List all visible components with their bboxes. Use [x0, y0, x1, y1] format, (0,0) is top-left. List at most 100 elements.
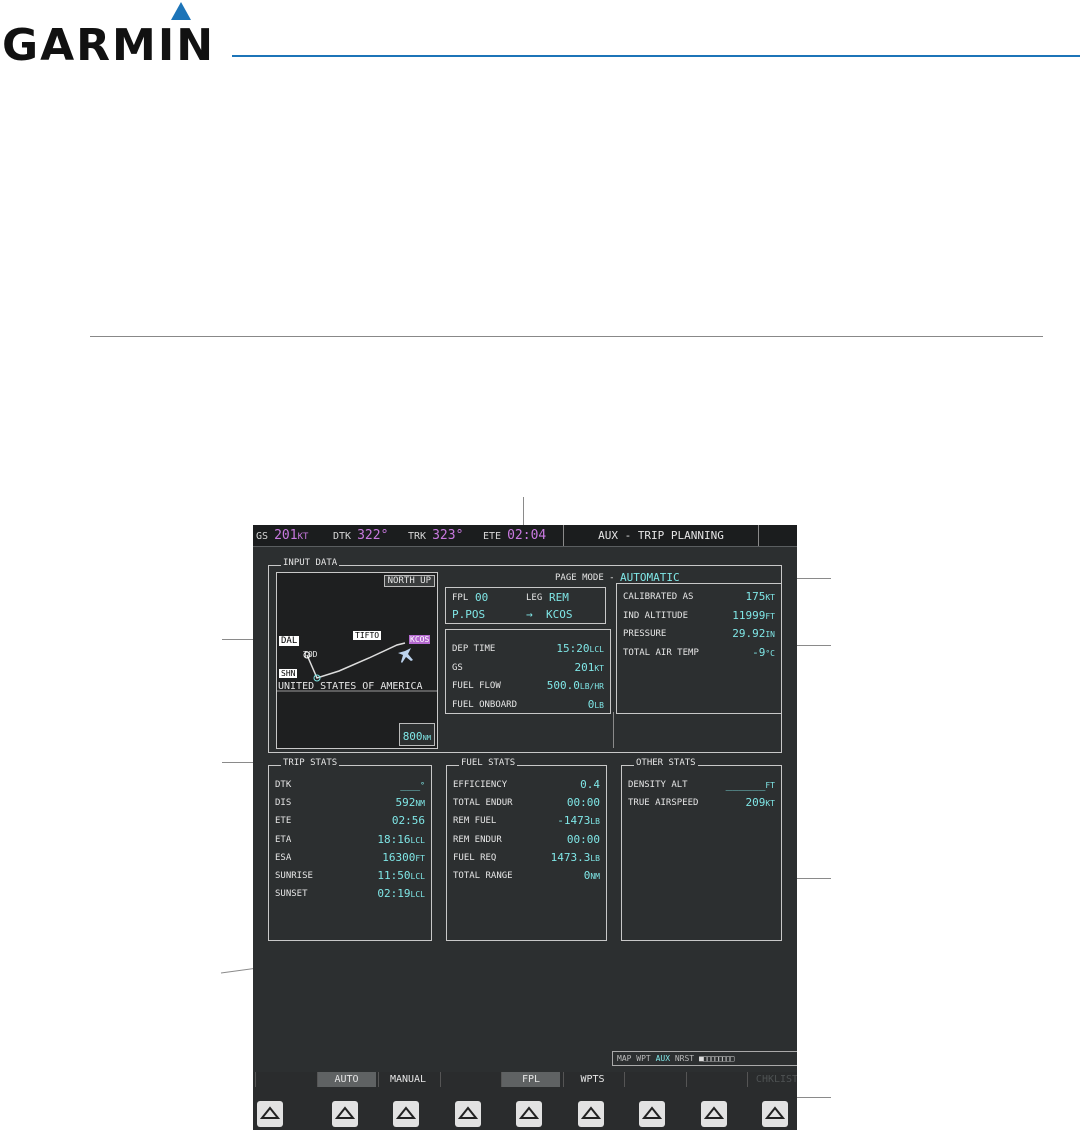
- map-label-shn: SHN: [279, 669, 298, 678]
- logo-triangle-icon: [171, 2, 191, 20]
- fuel-stats-group: FUEL STATS EFFICIENCY 0.4 TOTAL ENDUR 00:00…: [446, 758, 607, 941]
- navigation-map[interactable]: NORTH UP DAL TOD TIFTO KCOS SHN UNITED S…: [276, 572, 438, 749]
- softkey-auto-label: AUTO: [316, 1072, 376, 1087]
- map-label-tifto: TIFTO: [353, 631, 382, 640]
- stat-label: PRESSURE: [623, 629, 667, 639]
- stat-value-unit: FT: [765, 611, 775, 621]
- leg-label: LEG: [526, 593, 543, 603]
- to-waypoint[interactable]: KCOS: [546, 608, 573, 621]
- trk-value: 323°: [432, 528, 464, 543]
- softkey-7-button[interactable]: [639, 1101, 665, 1127]
- stat-label: TOTAL RANGE: [453, 871, 513, 881]
- stat-value: 500.0LB/HR: [547, 679, 604, 692]
- map-range-indicator[interactable]: 800NM: [398, 723, 435, 746]
- map-label-tod: TOD: [303, 650, 318, 659]
- stat-label: TOTAL AIR TEMP: [623, 647, 699, 658]
- fuel-stats-title: FUEL STATS: [459, 758, 518, 768]
- stat-value-number: 500.0: [546, 679, 580, 692]
- stat-value: 209KT: [745, 796, 775, 809]
- map-label-dal: DAL: [279, 636, 300, 646]
- leg-value[interactable]: REM: [549, 591, 569, 604]
- brand-name: GARMIN: [2, 20, 216, 71]
- stat-value: 11:50LCL: [377, 869, 425, 882]
- page-title: AUX - TRIP PLANNING: [563, 525, 759, 546]
- stat-value-unit: LCL: [589, 645, 604, 654]
- route-map-graphic: [277, 642, 437, 692]
- ete-value: 02:04: [507, 528, 547, 543]
- stat-value: 16300FT: [382, 851, 425, 864]
- stat-row: TOTAL ENDUR 00:00: [453, 796, 600, 810]
- softkey-auto-button[interactable]: [331, 1101, 358, 1127]
- gs-value: 201: [274, 528, 298, 543]
- stat-value: 02:19LCL: [377, 887, 425, 900]
- up-arrow-icon: [519, 1106, 539, 1119]
- page-group-map: MAP: [617, 1054, 632, 1063]
- softkey-8-button[interactable]: [700, 1101, 727, 1127]
- stat-row: TOTAL AIR TEMP -9°C: [623, 646, 775, 660]
- stat-value-number: 02:56: [391, 814, 425, 828]
- softkey-chklist-button[interactable]: [762, 1101, 788, 1127]
- stat-row: DEP TIME 15:20LCL: [452, 642, 604, 656]
- stat-value-number: 00:00: [566, 796, 600, 810]
- aircraft-icon: [398, 648, 413, 663]
- dtk-label: DTK: [333, 531, 352, 542]
- stat-row: ESA 16300FT: [275, 851, 425, 865]
- stat-value: 201KT: [574, 661, 604, 674]
- stat-value-unit: LB/HR: [579, 682, 604, 691]
- stat-row: ETE 02:56: [275, 814, 425, 828]
- softkey-7-label: [624, 1072, 683, 1087]
- mfd-screen: GS 201KT DTK 322° TRK 323° ETE 02:04 AUX…: [253, 525, 797, 1130]
- stat-row: ETA 18:16LCL: [275, 833, 425, 847]
- stat-label: DEP TIME: [452, 644, 496, 654]
- stat-value: 00:00: [567, 796, 600, 809]
- softkey-4-button[interactable]: [454, 1101, 481, 1127]
- stat-row: TRUE AIRSPEED 209KT: [628, 796, 775, 810]
- softkey-fpl-button[interactable]: [516, 1101, 542, 1127]
- stat-row: FUEL REQ 1473.3LB: [453, 851, 600, 865]
- softkey-4-label: [439, 1072, 499, 1087]
- stat-value-number: 02:19: [377, 887, 411, 901]
- page-group-nrst: NRST: [674, 1054, 695, 1063]
- stat-value-unit: FT: [765, 781, 775, 790]
- stat-value-number: ______: [725, 778, 766, 791]
- stat-row: CALIBRATED AS 175KT: [623, 590, 775, 604]
- map-label-country: UNITED STATES OF AMERICA: [278, 681, 423, 692]
- stat-label: TOTAL ENDUR: [453, 798, 513, 809]
- stat-value-number: 201: [574, 660, 595, 674]
- registered-mark: ®: [198, 48, 209, 61]
- stat-label: DTK: [275, 780, 292, 790]
- stat-value-unit: FT: [415, 853, 425, 863]
- softkey-fpl-label: FPL: [501, 1072, 560, 1087]
- vertical-divider: [613, 712, 614, 748]
- softkey-manual-button[interactable]: [393, 1101, 419, 1127]
- softkey-1-button[interactable]: [257, 1101, 283, 1127]
- stat-value: 175KT: [745, 590, 775, 603]
- stat-value-unit: °: [420, 781, 425, 790]
- fpl-value[interactable]: 00: [475, 591, 488, 604]
- dtk-value: 322°: [357, 528, 389, 543]
- up-arrow-icon: [580, 1106, 601, 1119]
- stat-value-unit: LB: [590, 817, 600, 827]
- trk-label: TRK: [408, 531, 427, 542]
- stat-value: 0LB: [588, 698, 604, 711]
- stat-label: DIS: [275, 798, 292, 809]
- softkey-wpts-button[interactable]: [577, 1101, 604, 1127]
- stat-label: REM ENDUR: [453, 834, 502, 845]
- page-group-indicator: MAP WPT AUX NRST ■□□□□□□□□: [612, 1051, 797, 1066]
- stat-label: ESA: [275, 852, 292, 863]
- stat-label: ETE: [275, 816, 292, 827]
- north-up-label[interactable]: NORTH UP: [383, 575, 435, 587]
- stat-value-unit: LCL: [410, 835, 425, 845]
- page-indicator-boxes-icon: ■□□□□□□□□: [698, 1054, 734, 1063]
- fpl-label: FPL: [452, 593, 469, 603]
- stat-row: EFFICIENCY 0.4: [453, 778, 600, 792]
- stat-value-number: 16300: [382, 850, 416, 864]
- from-waypoint[interactable]: P.POS: [452, 608, 485, 621]
- stat-value: -1473LB: [557, 814, 600, 827]
- stat-value: 00:00: [567, 833, 600, 846]
- stat-row: PRESSURE 29.92IN: [623, 627, 775, 641]
- stat-value: ______FT: [726, 778, 775, 791]
- stat-value: 592NM: [395, 796, 425, 809]
- stat-row: DIS 592NM: [275, 796, 425, 810]
- stat-value-unit: KT: [765, 799, 775, 809]
